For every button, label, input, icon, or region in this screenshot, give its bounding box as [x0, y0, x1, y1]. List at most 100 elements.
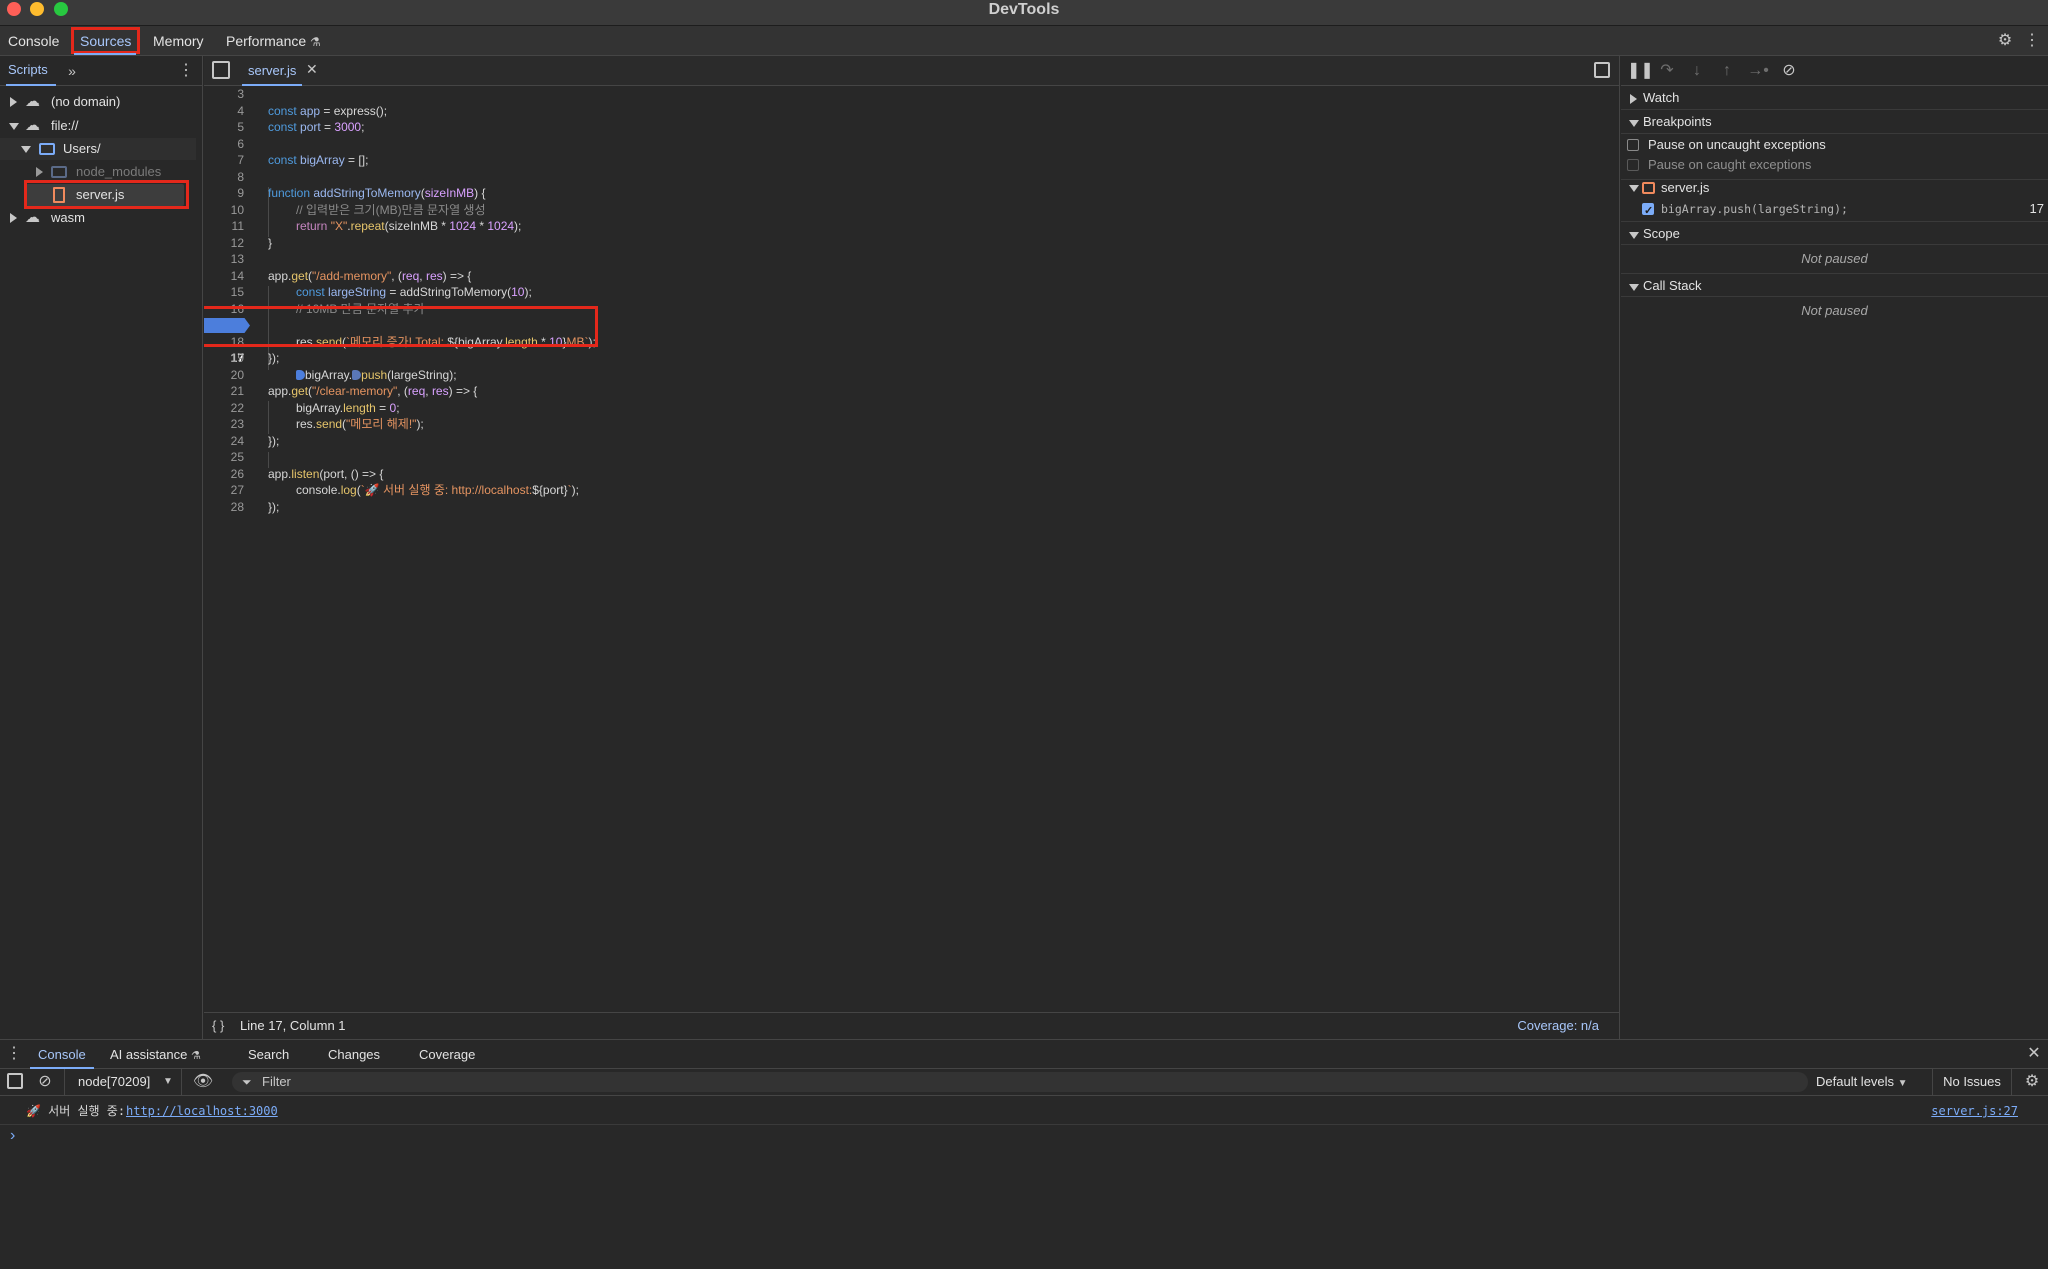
line-number[interactable]: 4 — [204, 103, 244, 120]
deactivate-breakpoints-icon[interactable]: ⊘ — [1778, 61, 1800, 81]
context-selector[interactable]: node[70209] ▼ — [64, 1069, 182, 1095]
toggle-debugger-sidebar-icon[interactable] — [1594, 62, 1610, 78]
code-token: app. — [268, 466, 292, 481]
call-stack-section-header[interactable]: Call Stack — [1621, 273, 2048, 297]
tab-scripts[interactable]: Scripts — [8, 62, 48, 77]
pause-uncaught-label: Pause on uncaught exceptions — [1648, 137, 1826, 152]
tab-console[interactable]: Console — [2, 30, 65, 52]
line-number[interactable]: 12 — [204, 235, 244, 252]
line-number[interactable]: 8 — [204, 169, 244, 186]
scope-section-header[interactable]: Scope — [1621, 221, 2048, 245]
line-number[interactable]: 26 — [204, 466, 244, 483]
clear-console-icon[interactable]: ⊘ — [35, 1072, 55, 1092]
line-number[interactable]: 25 — [204, 449, 244, 466]
line-number[interactable]: 21 — [204, 383, 244, 400]
tree-item-users[interactable]: Users/ — [0, 138, 196, 160]
line-number[interactable]: 18 — [204, 334, 244, 351]
breakpoint-line-number: 17 — [2029, 201, 2044, 216]
tree-item-server-js[interactable]: server.js — [26, 184, 184, 206]
line-number[interactable]: 20 — [204, 367, 244, 384]
line-number[interactable]: 28 — [204, 499, 244, 516]
editor-status-bar: { } Line 17, Column 1 Coverage: n/a — [204, 1012, 1619, 1039]
step-icon[interactable]: →• — [1747, 61, 1769, 81]
collapse-arrow-icon — [1629, 284, 1639, 291]
line-number[interactable]: 5 — [204, 119, 244, 136]
close-tab-icon[interactable]: ✕ — [306, 61, 318, 78]
coverage-status[interactable]: Coverage: n/a — [1517, 1013, 1599, 1039]
active-tab-indicator — [74, 53, 136, 55]
breakpoints-section-header[interactable]: Breakpoints — [1621, 110, 2048, 134]
drawer-tab-ai-assistance[interactable]: AI assistance ⚗ — [110, 1040, 201, 1069]
show-sidebar-icon[interactable] — [7, 1073, 23, 1089]
console-settings-gear-icon[interactable]: ⚙ — [2022, 1072, 2042, 1092]
breakpoint-marker[interactable] — [204, 318, 250, 333]
flask-icon: ⚗ — [310, 35, 321, 49]
breakpoint-enabled-checkbox[interactable] — [1642, 201, 1654, 221]
code-token: port — [300, 120, 321, 134]
live-expression-eye-icon[interactable]: 👁 — [192, 1072, 214, 1092]
pause-uncaught-checkbox[interactable] — [1627, 139, 1639, 151]
code-comment: // 입력받은 크기(MB)만큼 문자열 생성 — [296, 202, 486, 217]
expand-arrow-icon — [1630, 94, 1637, 104]
navigator-menu-icon[interactable]: ⋮ — [178, 61, 194, 81]
drawer-tab-search[interactable]: Search — [248, 1040, 289, 1069]
issues-counter[interactable]: No Issues — [1932, 1069, 2012, 1095]
filter-input[interactable]: ⏷ Filter — [232, 1072, 1808, 1092]
editor-tab-server-js[interactable]: server.js ✕ — [232, 56, 318, 86]
code-token: repeat — [350, 219, 385, 233]
pause-uncaught-row[interactable]: Pause on uncaught exceptions — [1621, 135, 2048, 155]
code-line: 22 bigArray.length = 0; — [204, 400, 1619, 417]
console-message-source-link[interactable]: server.js:27 — [1931, 1100, 2018, 1122]
line-number[interactable]: 3 — [204, 86, 244, 103]
line-number[interactable]: 11 — [204, 218, 244, 235]
line-number[interactable]: 15 — [204, 284, 244, 301]
tab-sources[interactable]: Sources — [74, 30, 137, 52]
pause-caught-label: Pause on caught exceptions — [1648, 157, 1812, 172]
code-editor[interactable]: 3 4 const app = express(); 5 const port = … — [204, 86, 1619, 1012]
tab-performance[interactable]: Performance ⚗ — [220, 30, 327, 52]
code-token: = — [320, 120, 335, 134]
line-number[interactable]: 10 — [204, 202, 244, 219]
close-drawer-icon[interactable]: ✕ — [2026, 1044, 2042, 1064]
code-line: 28}); — [204, 499, 1619, 516]
step-out-icon[interactable]: ↑ — [1717, 61, 1737, 81]
console-message-link[interactable]: http://localhost:3000 — [126, 1100, 278, 1122]
line-number[interactable]: 13 — [204, 251, 244, 268]
line-number[interactable]: 14 — [204, 268, 244, 285]
line-number[interactable]: 16 — [204, 301, 244, 318]
code-token: ); — [571, 483, 579, 497]
settings-gear-icon[interactable]: ⚙ — [1994, 31, 2016, 51]
pause-caught-row[interactable]: Pause on caught exceptions — [1621, 155, 2048, 175]
step-into-icon[interactable]: ↓ — [1687, 61, 1707, 81]
line-number[interactable]: 27 — [204, 482, 244, 499]
pretty-print-icon[interactable]: { } — [212, 1013, 224, 1039]
tree-item-label: Users/ — [63, 141, 101, 156]
console-toolbar: ⊘ node[70209] ▼ 👁 ⏷ Filter Default level… — [0, 1069, 2048, 1096]
line-number[interactable]: 24 — [204, 433, 244, 450]
drawer-tab-changes[interactable]: Changes — [328, 1040, 380, 1069]
pause-resume-icon[interactable]: ❚❚ — [1627, 61, 1654, 81]
breakpoint-entry-row[interactable]: bigArray.push(largeString); 17 — [1621, 199, 2048, 221]
toggle-navigator-icon[interactable] — [212, 61, 230, 79]
code-token: }); — [268, 351, 280, 365]
tab-memory[interactable]: Memory — [147, 30, 210, 52]
more-tabs-chevron-icon[interactable]: » — [64, 61, 80, 81]
drawer-tab-console[interactable]: Console — [38, 1040, 86, 1069]
line-number[interactable]: 19 — [204, 350, 244, 367]
line-number[interactable]: 23 — [204, 416, 244, 433]
line-number[interactable]: 6 — [204, 136, 244, 153]
step-over-icon[interactable]: ↷ — [1657, 61, 1677, 81]
pause-caught-checkbox[interactable] — [1627, 159, 1639, 171]
console-prompt-row[interactable]: › — [0, 1124, 2048, 1146]
drawer-menu-icon[interactable]: ⋮ — [6, 1044, 22, 1064]
drawer-tab-coverage[interactable]: Coverage — [419, 1040, 475, 1069]
line-number[interactable]: 22 — [204, 400, 244, 417]
log-levels-dropdown[interactable]: Default levels ▼ — [1816, 1069, 1908, 1095]
line-number[interactable]: 9 — [204, 185, 244, 202]
console-drawer: ⋮ Console AI assistance ⚗ Search Changes… — [0, 1039, 2048, 1269]
line-number[interactable]: 7 — [204, 152, 244, 169]
watch-section-header[interactable]: Watch — [1621, 86, 2048, 110]
more-options-icon[interactable]: ⋮ — [2024, 31, 2040, 51]
breakpoint-file-row[interactable]: server.js — [1621, 177, 2048, 199]
code-token: "/clear-memory" — [312, 384, 398, 398]
